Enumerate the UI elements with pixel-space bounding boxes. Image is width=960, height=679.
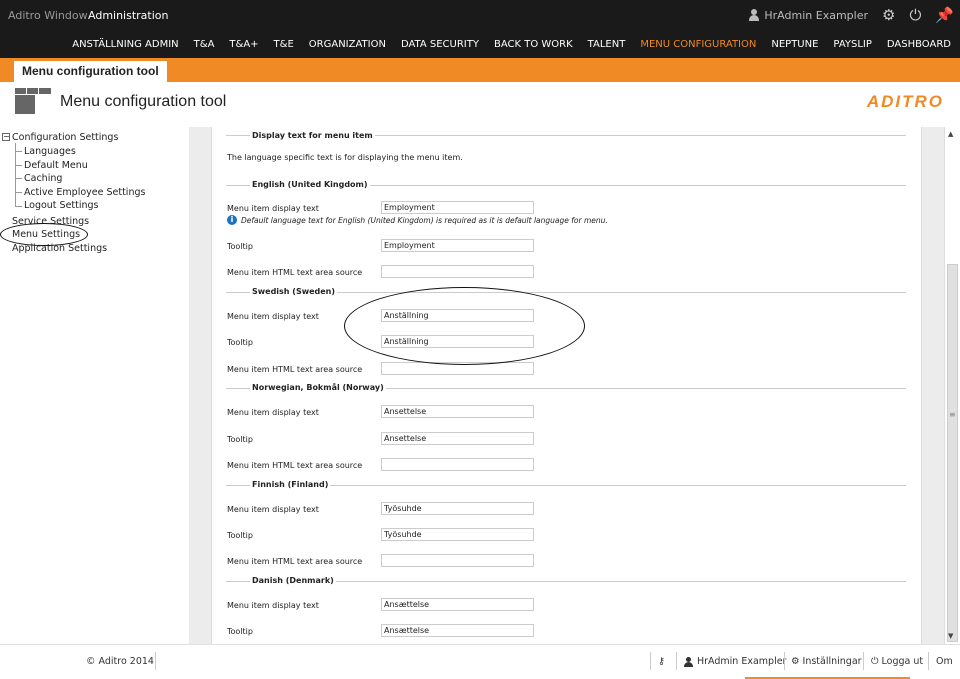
- language-header-swedish: Swedish (Sweden): [250, 287, 338, 296]
- tooltip-input-english[interactable]: Employment: [381, 239, 534, 252]
- top-right-controls: HrAdmin Exampler ⚙ ⏻ 📌: [748, 6, 954, 24]
- user-icon: [684, 656, 694, 667]
- nav-item-payslip[interactable]: PAYSLIP: [833, 39, 871, 50]
- top-bar: Aditro Window Administration HrAdmin Exa…: [0, 0, 960, 30]
- user-name: HrAdmin Exampler: [764, 8, 868, 22]
- section-title: Display text for menu item: [250, 131, 375, 140]
- scroll-down-icon[interactable]: ▼: [948, 632, 953, 640]
- field-label: Tooltip: [227, 531, 253, 540]
- gear-icon: ⚙: [791, 656, 800, 667]
- field-label: Menu item HTML text area source: [227, 365, 363, 374]
- field-label: Menu item HTML text area source: [227, 557, 363, 566]
- tree-line: [15, 143, 16, 206]
- field-label: Tooltip: [227, 338, 253, 347]
- tree-item-active-employee-settings[interactable]: Active Employee Settings: [24, 187, 145, 198]
- tab-menu-configuration-tool[interactable]: Menu configuration tool: [14, 61, 167, 82]
- settings-label: Inställningar: [802, 656, 862, 667]
- app-grid-icon: [15, 88, 51, 114]
- tree-item-languages[interactable]: Languages: [24, 146, 76, 157]
- tree-item-configuration-settings[interactable]: Configuration Settings: [12, 132, 118, 143]
- copyright: © Aditro 2014: [86, 656, 154, 667]
- window-label[interactable]: Aditro Window: [8, 9, 88, 22]
- scrollbar-thumb[interactable]: [947, 264, 958, 642]
- annotation-ellipse: [0, 223, 88, 246]
- power-icon[interactable]: ⏻: [909, 6, 921, 24]
- field-label: Tooltip: [227, 242, 253, 251]
- language-header-norwegian: Norwegian, Bokmål (Norway): [250, 383, 386, 392]
- nav-item-organization[interactable]: ORGANIZATION: [309, 39, 386, 50]
- field-label: Menu item HTML text area source: [227, 461, 363, 470]
- settings-link[interactable]: ⚙ Inställningar: [791, 656, 862, 667]
- nav-item-ta-plus[interactable]: T&A+: [229, 39, 258, 50]
- nav-item-back-to-work[interactable]: BACK TO WORK: [494, 39, 573, 50]
- field-label: Tooltip: [227, 627, 253, 636]
- settings-tree: − Configuration Settings Languages Defau…: [0, 127, 189, 644]
- nav-item-te[interactable]: T&E: [274, 39, 294, 50]
- field-label: Tooltip: [227, 435, 253, 444]
- grip-icon: ≡: [949, 410, 956, 419]
- scroll-up-icon[interactable]: ▲: [948, 130, 953, 138]
- administration-label[interactable]: Administration: [88, 9, 169, 22]
- tree-item-default-menu[interactable]: Default Menu: [24, 160, 88, 171]
- pin-icon[interactable]: 📌: [935, 6, 954, 24]
- logout-link[interactable]: ⏻ Logga ut: [871, 656, 923, 667]
- footer: © Aditro 2014 ⚷ HrAdmin Exampler ⚙ Instä…: [0, 644, 960, 679]
- user-menu[interactable]: HrAdmin Exampler: [748, 9, 868, 22]
- html-source-input-english[interactable]: [381, 265, 534, 278]
- field-label: Menu item display text: [227, 312, 319, 321]
- page-title: Menu configuration tool: [60, 93, 227, 110]
- display-text-input-english[interactable]: Employment: [381, 201, 534, 214]
- nav-item-ta[interactable]: T&A: [194, 39, 215, 50]
- language-header-english: English (United Kingdom): [250, 180, 370, 189]
- power-icon: ⏻: [871, 656, 879, 667]
- display-text-input-danish[interactable]: Ansættelse: [381, 598, 534, 611]
- gear-icon[interactable]: ⚙: [882, 6, 895, 24]
- tooltip-input-norwegian[interactable]: Ansettelse: [381, 432, 534, 445]
- user-icon: [748, 9, 760, 21]
- annotation-ellipse: [344, 287, 585, 365]
- info-icon: i: [227, 215, 237, 225]
- footer-user[interactable]: HrAdmin Exampler: [684, 656, 786, 667]
- aditro-logo: ADITRO: [866, 92, 944, 111]
- tree-item-logout-settings[interactable]: Logout Settings: [24, 200, 99, 211]
- vertical-scrollbar[interactable]: ▲ ≡ ▼: [944, 127, 960, 644]
- nav-item-talent[interactable]: TALENT: [588, 39, 626, 50]
- html-source-input-finnish[interactable]: [381, 554, 534, 567]
- splitter[interactable]: [189, 127, 211, 644]
- key-icon[interactable]: ⚷: [658, 656, 665, 667]
- field-label: Menu item display text: [227, 505, 319, 514]
- tooltip-input-finnish[interactable]: Työsuhde: [381, 528, 534, 541]
- tooltip-input-danish[interactable]: Ansættelse: [381, 624, 534, 637]
- logout-label: Logga ut: [881, 656, 924, 667]
- main-nav: ANSTÄLLNING ADMIN T&A T&A+ T&E ORGANIZAT…: [0, 30, 960, 58]
- language-header-danish: Danish (Denmark): [250, 576, 336, 585]
- about-link[interactable]: Om: [936, 656, 953, 667]
- nav-item-anstallning-admin[interactable]: ANSTÄLLNING ADMIN: [72, 39, 178, 50]
- section-description: The language specific text is for displa…: [227, 153, 463, 162]
- tree-item-caching[interactable]: Caching: [24, 173, 62, 184]
- settings-form: Display text for menu item The language …: [211, 127, 922, 644]
- info-note: i Default language text for English (Uni…: [227, 215, 608, 225]
- display-text-input-finnish[interactable]: Työsuhde: [381, 502, 534, 515]
- nav-item-data-security[interactable]: DATA SECURITY: [401, 39, 479, 50]
- content-margin: [922, 127, 944, 644]
- field-label: Menu item display text: [227, 408, 319, 417]
- info-note-text: Default language text for English (Unite…: [241, 215, 608, 225]
- nav-item-neptune[interactable]: NEPTUNE: [771, 39, 818, 50]
- collapse-icon[interactable]: −: [2, 133, 10, 141]
- field-label: Menu item display text: [227, 204, 319, 213]
- html-source-input-norwegian[interactable]: [381, 458, 534, 471]
- field-label: Menu item HTML text area source: [227, 268, 363, 277]
- display-text-input-norwegian[interactable]: Ansettelse: [381, 405, 534, 418]
- language-header-finnish: Finnish (Finland): [250, 480, 331, 489]
- nav-item-dashboard[interactable]: DASHBOARD: [887, 39, 951, 50]
- nav-item-menu-configuration[interactable]: MENU CONFIGURATION: [640, 39, 756, 50]
- footer-user-name: HrAdmin Exampler: [697, 656, 787, 667]
- field-label: Menu item display text: [227, 601, 319, 610]
